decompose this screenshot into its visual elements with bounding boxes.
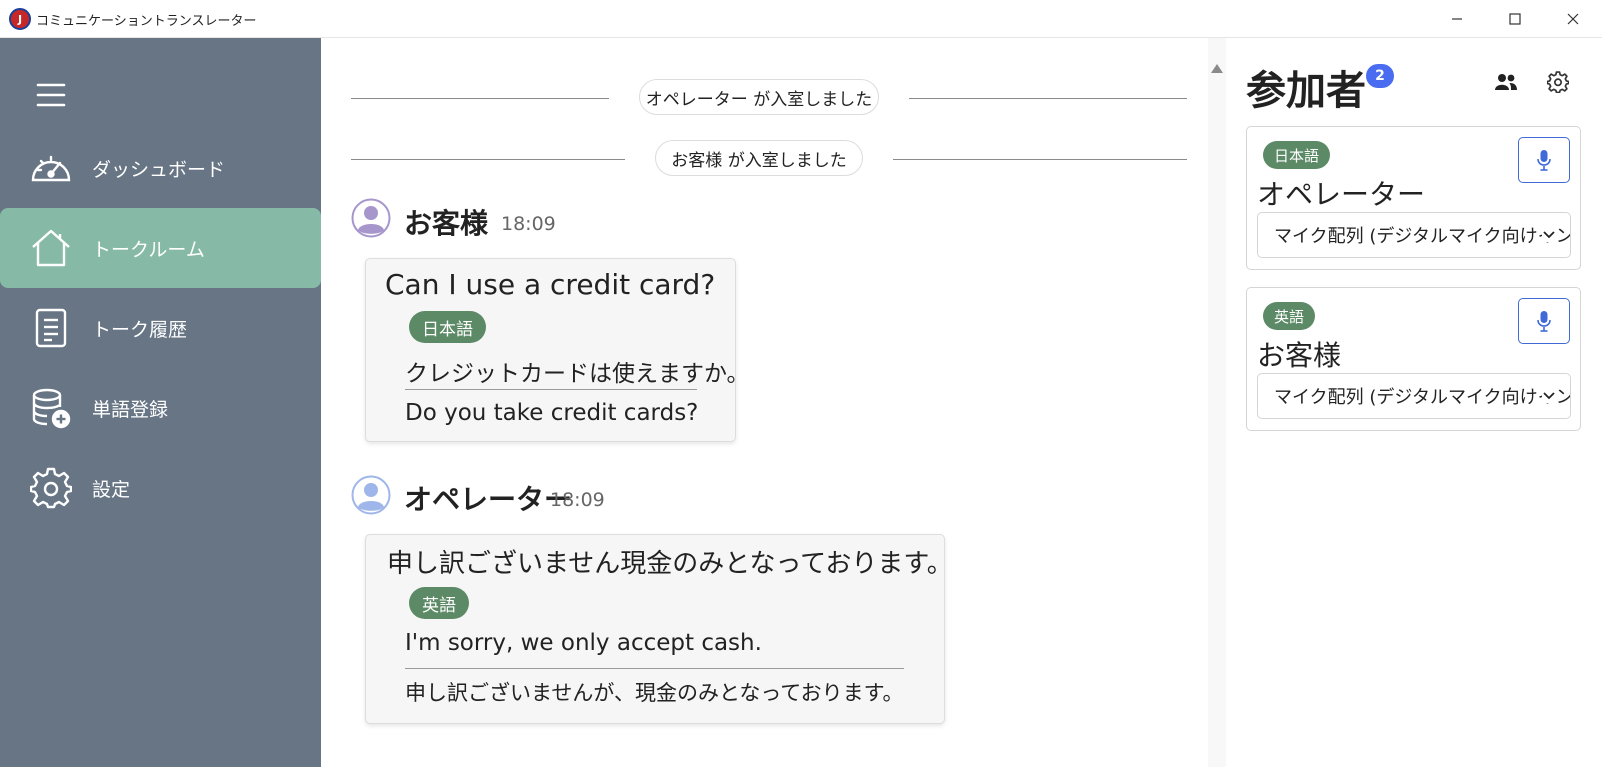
mic-button[interactable]: [1518, 298, 1570, 344]
gear-icon: [28, 465, 74, 511]
speaker-name: オペレーター: [404, 483, 573, 516]
sidebar-item-settings[interactable]: 設定: [0, 448, 321, 528]
translation-text: クレジットカードは使えますか。: [405, 361, 750, 387]
hamburger-icon: [36, 83, 66, 107]
maximize-icon: [1509, 13, 1521, 25]
original-text: Can I use a credit card?: [385, 268, 716, 301]
chevron-down-icon: [1542, 228, 1556, 242]
database-add-icon: [28, 385, 74, 431]
participant-card: 日本語 オペレーター マイク配列 (デジタルマイク向けインテル® スマート・サウ…: [1246, 126, 1581, 270]
sidebar-item-label: 設定: [92, 478, 131, 501]
close-button[interactable]: [1544, 0, 1602, 38]
minimize-button[interactable]: [1428, 0, 1486, 38]
translation-text: I'm sorry, we only accept cash.: [405, 630, 762, 656]
home-icon: [28, 225, 74, 271]
sidebar-item-talk-history[interactable]: トーク履歴: [0, 288, 321, 368]
sidebar-item-label: 単語登録: [92, 398, 169, 421]
panel-settings-button[interactable]: [1540, 64, 1576, 100]
chevron-down-icon: [1542, 389, 1556, 403]
mic-device-value: マイク配列 (デジタルマイク向けインテル® スマート・サウンド・テクノロジー): [1274, 226, 1570, 247]
language-badge: 日本語: [1263, 141, 1331, 169]
divider: [405, 668, 904, 669]
participant-count-badge: 2: [1366, 64, 1394, 88]
participant-name: お客様: [1257, 339, 1342, 372]
back-translation-text: 申し訳ございませんが、現金のみとなっております。: [405, 681, 904, 705]
divider: [893, 159, 1187, 160]
maximize-button[interactable]: [1486, 0, 1544, 38]
system-message: お客様 が入室しました: [655, 140, 863, 176]
sidebar: ダッシュボード トークルーム トーク履歴 単語登録 設定: [0, 38, 321, 767]
microphone-icon: [1537, 150, 1551, 171]
participant-card: 英語 お客様 マイク配列 (デジタルマイク向けインテル® スマート・サウンド・テ…: [1246, 287, 1581, 431]
message-time: 18:09: [550, 489, 605, 511]
participants-panel: 参加者 2 日本語 オペレーター マイク配列 (デジタルマイク向けインテル: [1226, 38, 1602, 767]
app-logo-text: J: [17, 12, 23, 26]
app-logo-icon: J: [9, 8, 31, 30]
dashboard-icon: [28, 145, 74, 191]
message-bubble: 申し訳ございません現金のみとなっております。 英語 I'm sorry, we …: [365, 534, 953, 724]
divider: [351, 98, 609, 99]
divider: [351, 159, 625, 160]
sidebar-item-talkroom[interactable]: トークルーム: [0, 208, 321, 288]
divider: [909, 98, 1187, 99]
speaker-name: お客様: [404, 207, 489, 240]
chat-scrollbar[interactable]: [1208, 38, 1226, 767]
window-title: コミュニケーショントランスレーター: [36, 14, 257, 29]
avatar: [351, 475, 391, 515]
mic-device-value: マイク配列 (デジタルマイク向けインテル® スマート・サウンド・テクノロジー): [1274, 387, 1570, 408]
sidebar-item-label: トークルーム: [92, 238, 205, 261]
language-badge: 日本語: [409, 311, 486, 343]
language-badge: 英語: [409, 587, 469, 619]
mic-device-select[interactable]: マイク配列 (デジタルマイク向けインテル® スマート・サウンド・テクノロジー): [1257, 373, 1571, 419]
sidebar-item-label: ダッシュボード: [92, 158, 226, 181]
sidebar-item-dashboard[interactable]: ダッシュボード: [0, 128, 321, 208]
message-bubble: Can I use a credit card? 日本語 クレジットカードは使え…: [365, 258, 750, 442]
back-translation-text: Do you take credit cards?: [405, 400, 699, 426]
sidebar-item-label: トーク履歴: [92, 318, 188, 341]
mic-device-select[interactable]: マイク配列 (デジタルマイク向けインテル® スマート・サウンド・テクノロジー): [1257, 212, 1571, 258]
chat-area: オペレーター が入室しました お客様 が入室しました お客様 18:09 Can…: [321, 38, 1208, 767]
divider: [405, 389, 697, 390]
user-avatar-icon: [351, 475, 391, 515]
system-message: オペレーター が入室しました: [639, 79, 879, 115]
document-icon: [28, 305, 74, 351]
original-text: 申し訳ございません現金のみとなっております。: [387, 549, 953, 579]
language-badge: 英語: [1263, 302, 1316, 330]
hamburger-menu-button[interactable]: [34, 78, 68, 112]
scroll-up-arrow-icon[interactable]: [1211, 64, 1223, 73]
gear-icon: [1547, 71, 1569, 93]
mic-button[interactable]: [1518, 137, 1570, 183]
title-bar: J コミュニケーショントランスレーター: [0, 0, 1602, 38]
people-icon: [1495, 74, 1517, 90]
sidebar-item-word-registration[interactable]: 単語登録: [0, 368, 321, 448]
message-time: 18:09: [501, 213, 556, 235]
minimize-icon: [1452, 18, 1462, 20]
user-avatar-icon: [351, 198, 391, 238]
microphone-icon: [1537, 311, 1551, 332]
participant-name: オペレーター: [1257, 178, 1426, 211]
participants-button[interactable]: [1488, 64, 1524, 100]
avatar: [351, 198, 391, 238]
participants-title: 参加者: [1246, 68, 1366, 114]
close-icon: [1567, 13, 1579, 25]
